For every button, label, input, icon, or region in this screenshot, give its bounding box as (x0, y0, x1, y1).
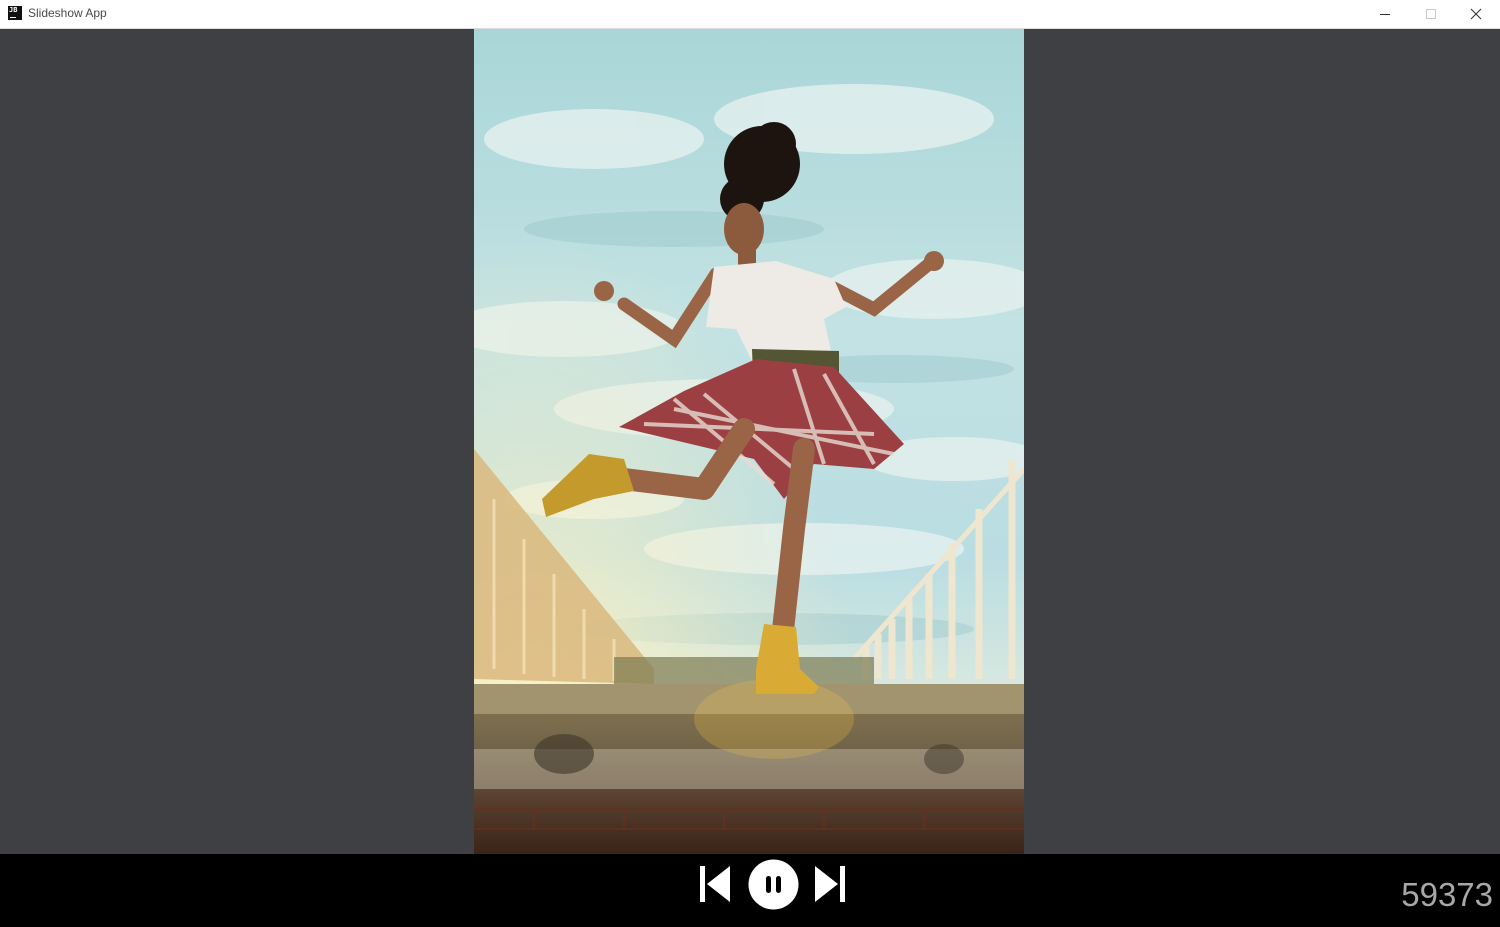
minimize-button[interactable] (1362, 0, 1408, 28)
title-bar[interactable]: JB Slideshow App (0, 0, 1500, 29)
close-button[interactable] (1453, 0, 1499, 28)
playback-bar: 59373 (0, 854, 1500, 927)
pause-icon (748, 859, 799, 910)
slide-area (0, 29, 1500, 854)
next-button[interactable] (813, 864, 847, 904)
maximize-button[interactable] (1408, 0, 1454, 28)
dancer-photo (474, 29, 1024, 854)
maximize-icon (1426, 9, 1436, 19)
pause-button[interactable] (748, 859, 799, 910)
slide-image (474, 29, 1024, 854)
minimize-icon (1380, 14, 1390, 15)
app-icon-text: JB (9, 6, 18, 14)
close-icon (1470, 8, 1482, 20)
next-icon (815, 866, 845, 902)
slide-counter: 59373 (1401, 876, 1493, 913)
app-icon: JB (8, 6, 22, 20)
previous-button[interactable] (698, 864, 732, 904)
slideshow-window: JB Slideshow App 59373 (0, 0, 1500, 927)
window-title: Slideshow App (28, 6, 107, 20)
previous-icon (700, 866, 730, 902)
